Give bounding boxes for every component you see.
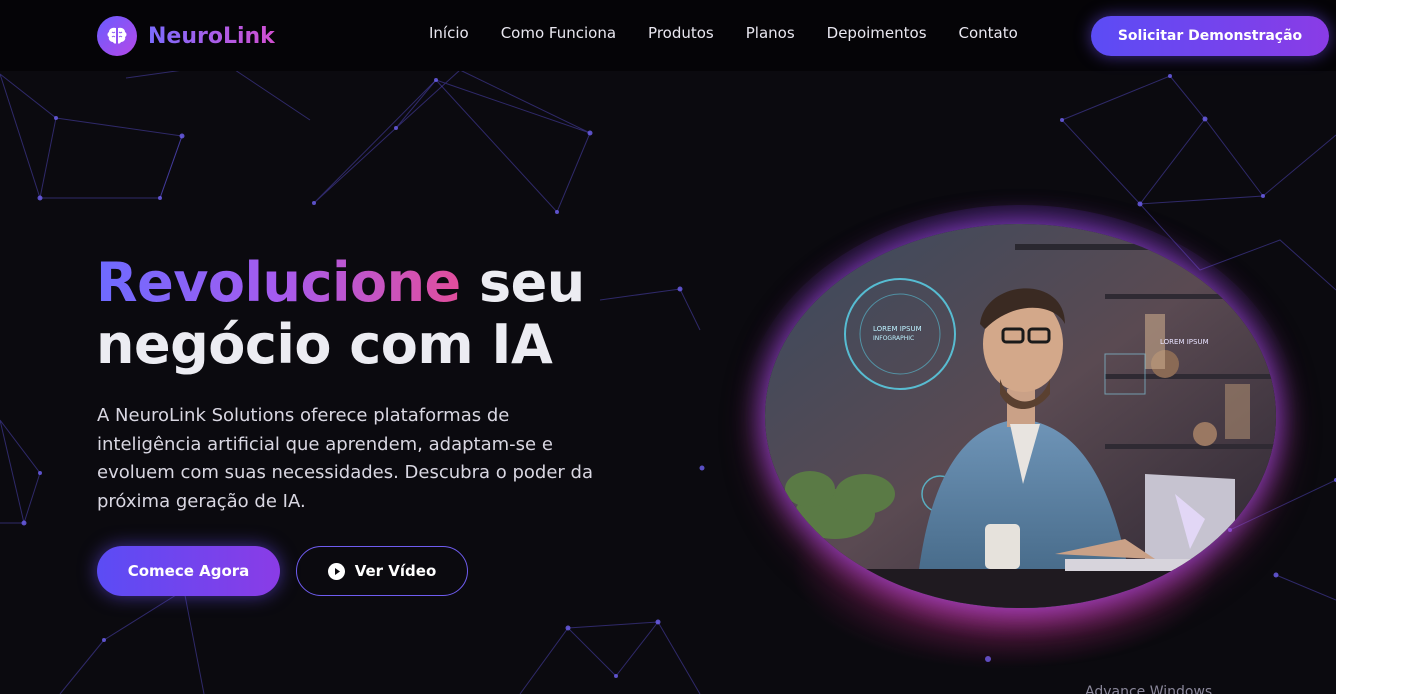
main-menu: Início Como Funciona Produtos Planos Dep… [429, 24, 1018, 42]
menu-item-depoimentos[interactable]: Depoimentos [827, 24, 927, 42]
hud-label-1: LOREM IPSUM [873, 325, 922, 333]
hero-title-rest: seu [460, 251, 585, 314]
menu-item-contato[interactable]: Contato [959, 24, 1018, 42]
brand[interactable]: NeuroLink [97, 16, 275, 56]
hero-title-line-2: negócio com IA [96, 313, 553, 376]
hud-label-2: INFOGRAPHIC [873, 335, 914, 342]
landing-page: NeuroLink Início Como Funciona Produtos … [0, 0, 1336, 694]
watch-video-button[interactable]: Ver Vídeo [296, 546, 468, 596]
watch-video-label: Ver Vídeo [354, 562, 437, 580]
menu-item-como-funciona[interactable]: Como Funciona [501, 24, 616, 42]
get-started-button[interactable]: Comece Agora [97, 546, 280, 596]
brand-name: NeuroLink [148, 23, 275, 49]
hero-image: LOREM IPSUM INFOGRAPHIC LOREM IPSUM [765, 224, 1276, 608]
hero-description: A NeuroLink Solutions oferece plataforma… [97, 405, 593, 512]
play-circle-icon [327, 562, 345, 580]
brain-icon [97, 16, 137, 56]
top-navbar: NeuroLink Início Como Funciona Produtos … [0, 0, 1336, 71]
hero-title-highlight: Revolucione [96, 251, 461, 314]
hero-title: Revolucione seu negócio com IA [96, 252, 696, 376]
clipped-text: Advance Windows [1085, 684, 1213, 694]
menu-item-inicio[interactable]: Início [429, 24, 469, 42]
request-demo-button[interactable]: Solicitar Demonstração [1091, 16, 1329, 56]
menu-item-produtos[interactable]: Produtos [648, 24, 714, 42]
hud-label-3: LOREM IPSUM [1160, 338, 1209, 346]
menu-item-planos[interactable]: Planos [746, 24, 795, 42]
